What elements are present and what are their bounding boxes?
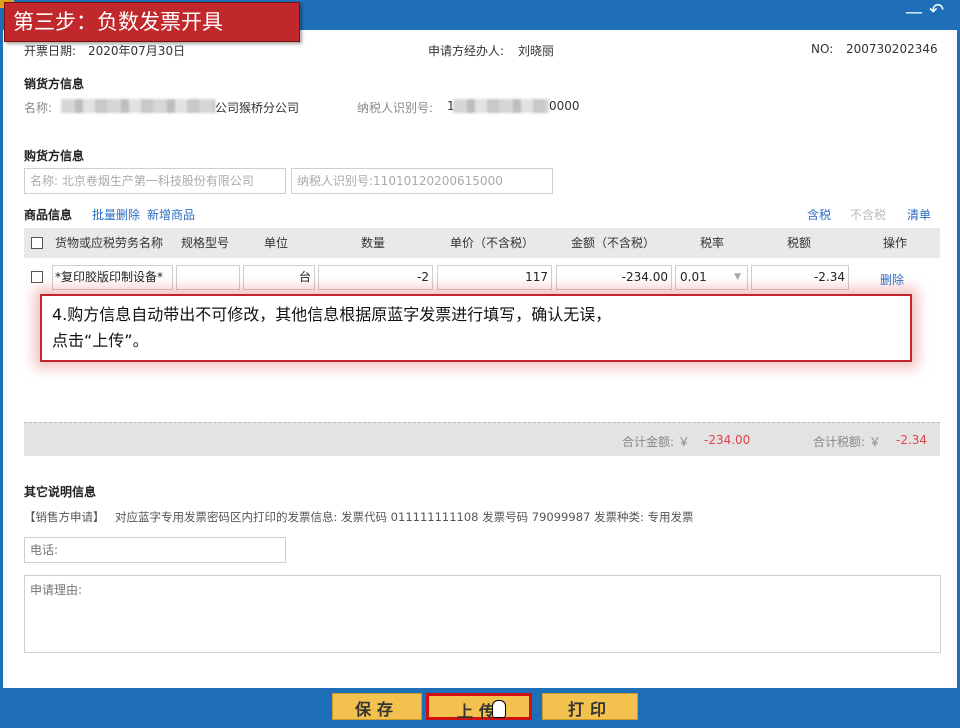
buyer-name-field: 名称: 北京卷烟生产第一科技股份有限公司 bbox=[24, 168, 286, 194]
tax-included-toggle[interactable]: 含税 bbox=[807, 206, 831, 223]
seller-section-title: 销货方信息 bbox=[24, 77, 85, 91]
seller-taxid-suffix: 0000 bbox=[549, 99, 580, 113]
col-tax-rate: 税率 bbox=[700, 236, 725, 250]
callout-line-2: 点击“上传”。 bbox=[52, 331, 149, 350]
col-quantity: 数量 bbox=[361, 236, 386, 250]
delete-row-link[interactable]: 删除 bbox=[880, 271, 904, 288]
row-checkbox[interactable] bbox=[31, 271, 43, 283]
invoice-no-label: NO: bbox=[811, 42, 834, 56]
tax-rate-value: 0.01 bbox=[680, 270, 707, 284]
buyer-section-title: 购货方信息 bbox=[24, 149, 85, 163]
buyer-taxid-field: 纳税人识别号:11010120200615000 bbox=[291, 168, 553, 194]
unit-input[interactable]: 台 bbox=[243, 265, 315, 290]
minimize-icon[interactable]: — bbox=[905, 4, 923, 22]
seller-name-label: 名称: bbox=[24, 101, 53, 115]
invoice-date-value: 2020年07月30日 bbox=[88, 44, 186, 58]
seller-taxid-label: 纳税人识别号: bbox=[357, 101, 434, 115]
col-unit: 单位 bbox=[264, 236, 289, 250]
reason-textarea[interactable] bbox=[24, 575, 941, 653]
invoice-no-value: 200730202346 bbox=[846, 42, 938, 56]
total-amount-label: 合计金额: ￥ bbox=[622, 435, 690, 449]
add-item-link[interactable]: 新增商品 bbox=[147, 206, 195, 223]
col-action: 操作 bbox=[883, 236, 908, 250]
redacted-seller-taxid bbox=[453, 99, 549, 113]
col-name: 货物或应税劳务名称 bbox=[55, 236, 164, 250]
batch-delete-link[interactable]: 批量删除 bbox=[92, 206, 140, 223]
instruction-callout: 4.购方信息自动带出不可修改，其他信息根据原蓝字发票进行填写，确认无误， 点击“… bbox=[40, 294, 912, 362]
col-tax: 税额 bbox=[787, 236, 812, 250]
clear-list-link[interactable]: 清单 bbox=[907, 206, 931, 223]
save-button[interactable]: 保存 bbox=[332, 693, 422, 720]
col-unit-price: 单价（不含税） bbox=[450, 236, 535, 250]
goods-name-input[interactable]: *复印胶版印制设备* bbox=[52, 265, 173, 290]
redacted-seller-name bbox=[61, 99, 215, 113]
quantity-input[interactable]: -2 bbox=[318, 265, 433, 290]
print-button[interactable]: 打印 bbox=[542, 693, 638, 720]
total-amount-value: -234.00 bbox=[704, 433, 751, 447]
seller-application-tag: 【销售方申请】 bbox=[24, 510, 105, 524]
other-section-title: 其它说明信息 bbox=[24, 485, 97, 499]
seller-application-note: 对应蓝字专用发票密码区内打印的发票信息: 发票代码 011111111108 发… bbox=[115, 510, 694, 524]
tax-rate-select[interactable]: 0.01 ▼ bbox=[675, 265, 748, 290]
tax-input[interactable]: -2.34 bbox=[751, 265, 849, 290]
step-banner: 第三步：负数发票开具 bbox=[4, 2, 300, 42]
goods-section-title: 商品信息 bbox=[24, 208, 73, 222]
totals-bar: 合计金额: ￥ -234.00 合计税额: ￥ -2.34 bbox=[24, 422, 940, 456]
handler-value: 刘晓丽 bbox=[518, 44, 555, 58]
hand-cursor-icon bbox=[492, 700, 506, 718]
col-spec: 规格型号 bbox=[181, 236, 230, 250]
tax-excluded-toggle[interactable]: 不含税 bbox=[850, 206, 886, 223]
total-tax-value: -2.34 bbox=[896, 433, 928, 447]
spec-input[interactable] bbox=[176, 265, 240, 290]
upload-button[interactable]: 上传 bbox=[426, 693, 532, 721]
handler-label: 申请方经办人: bbox=[428, 44, 505, 58]
chevron-down-icon: ▼ bbox=[734, 272, 741, 282]
callout-line-1: 4.购方信息自动带出不可修改，其他信息根据原蓝字发票进行填写，确认无误， bbox=[52, 305, 612, 324]
unit-price-input[interactable]: 117 bbox=[437, 265, 552, 290]
invoice-date-label: 开票日期: bbox=[24, 44, 77, 58]
amount-input[interactable]: -234.00 bbox=[556, 265, 672, 290]
back-icon[interactable]: ↶ bbox=[929, 2, 944, 20]
phone-input[interactable] bbox=[24, 537, 286, 563]
total-tax-label: 合计税额: ￥ bbox=[813, 435, 881, 449]
goods-table-header: 货物或应税劳务名称 规格型号 单位 数量 单价（不含税） 金额（不含税） 税率 … bbox=[24, 228, 940, 258]
select-all-checkbox[interactable] bbox=[31, 237, 43, 249]
col-amount: 金额（不含税） bbox=[571, 236, 656, 250]
seller-name-suffix: 公司猴桥分公司 bbox=[215, 101, 300, 115]
